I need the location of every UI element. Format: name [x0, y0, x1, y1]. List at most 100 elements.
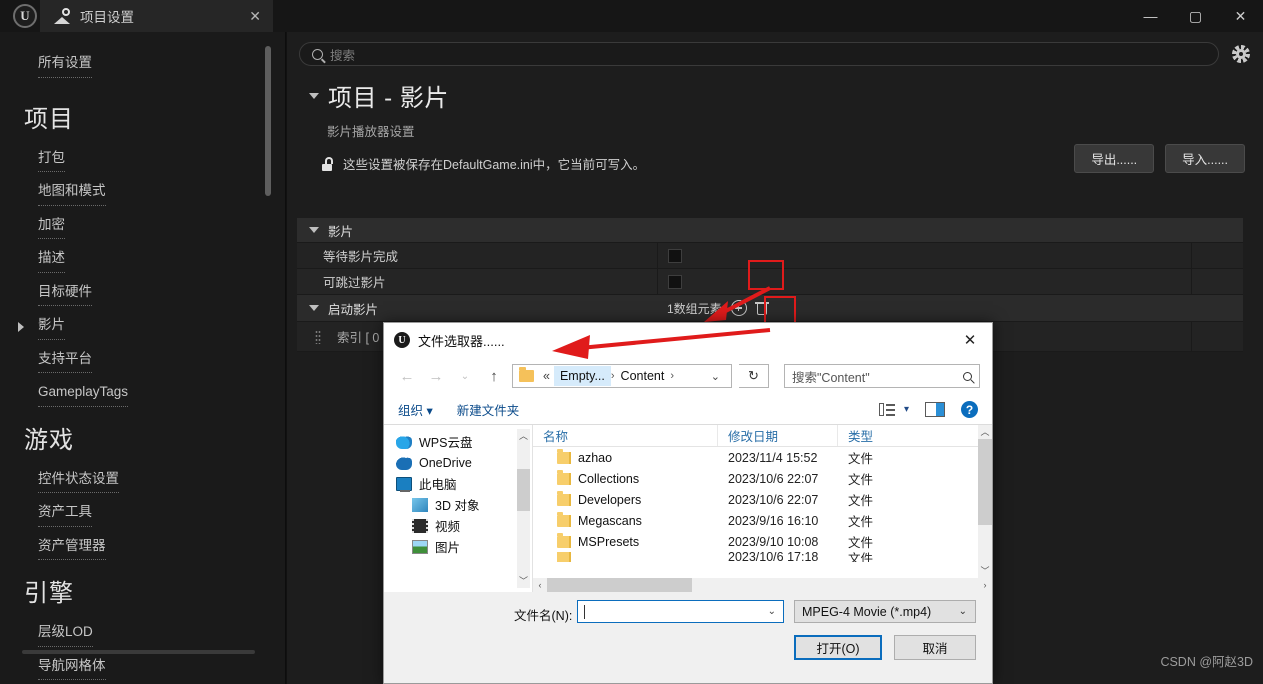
file-row[interactable]: Collections 2023/10/6 22:07 文件: [533, 468, 992, 489]
tree-item-videos[interactable]: 视频: [384, 515, 532, 536]
dialog-close-button[interactable]: ✕: [948, 323, 992, 357]
search-input[interactable]: 搜索: [299, 42, 1219, 66]
scroll-left-icon[interactable]: ‹: [533, 580, 547, 590]
sidebar-item-gameplaytags[interactable]: GameplayTags: [38, 378, 129, 407]
sidebar-item-navigation-mesh[interactable]: 导航网格体: [38, 652, 106, 681]
sidebar-scrollbar[interactable]: [265, 46, 271, 196]
sidebar-item-encryption[interactable]: 加密: [38, 211, 65, 240]
help-icon[interactable]: ?: [961, 401, 978, 418]
sidebar-item-hierarchical-lod[interactable]: 层级LOD: [38, 618, 93, 647]
chevron-down-icon[interactable]: [309, 305, 319, 311]
tree-item-3d-objects[interactable]: 3D 对象: [384, 494, 532, 515]
chevron-down-icon[interactable]: ▾: [904, 404, 909, 415]
group-row-movies[interactable]: 影片: [297, 218, 1243, 243]
property-tail: [1191, 243, 1243, 268]
history-dropdown-button[interactable]: ⌄: [454, 371, 476, 382]
file-row[interactable]: azhao 2023/11/4 15:52 文件: [533, 447, 992, 468]
checkbox-movies-are-skippable[interactable]: [668, 274, 682, 289]
breadcrumb-overflow[interactable]: «: [539, 369, 554, 383]
breadcrumb-segment-1[interactable]: Content: [615, 366, 671, 386]
export-button[interactable]: 导出......: [1074, 144, 1155, 173]
array-row-startup-movies[interactable]: 启动影片 1数组元素: [297, 295, 1243, 322]
cancel-button[interactable]: 取消: [894, 635, 976, 660]
scroll-down-icon[interactable]: ﹀: [517, 574, 530, 588]
chevron-down-icon[interactable]: [309, 227, 319, 233]
column-header-name[interactable]: 名称: [533, 425, 718, 446]
file-list-scrollbar-horizontal[interactable]: ‹ ›: [533, 578, 992, 592]
new-folder-button[interactable]: 新建文件夹: [457, 400, 520, 419]
sidebar-item-widget-state-settings[interactable]: 控件状态设置: [38, 465, 119, 494]
places-tree[interactable]: WPS云盘 OneDrive 此电脑 3D 对象 视频 图片 ︿ ﹀: [384, 425, 532, 592]
sidebar-heading-game: 游戏: [24, 426, 74, 454]
minimize-button[interactable]: —: [1128, 0, 1173, 32]
sidebar-item-movies[interactable]: 影片: [38, 311, 65, 340]
back-button[interactable]: ←: [396, 368, 418, 385]
chevron-down-icon[interactable]: ⌄: [951, 606, 975, 617]
expand-arrow-icon[interactable]: [18, 321, 38, 334]
search-placeholder: 搜索: [330, 48, 356, 63]
up-button[interactable]: ↑: [483, 368, 505, 385]
index-label: 索引 [ 0 ]: [337, 331, 387, 345]
file-picker-dialog: U 文件选取器...... ✕ ← → ⌄ ↑ « Empty... › Con…: [383, 322, 993, 684]
open-button[interactable]: 打开(O): [794, 635, 882, 660]
sidebar-item-target-hardware[interactable]: 目标硬件: [38, 278, 92, 307]
scroll-up-icon[interactable]: ︿: [978, 425, 992, 439]
tab-project-settings[interactable]: 项目设置 ✕: [40, 0, 273, 32]
delete-array-icon[interactable]: [754, 301, 769, 315]
file-row[interactable]: Megascans 2023/9/16 16:10 文件: [533, 510, 992, 531]
column-header-modified[interactable]: 修改日期: [718, 425, 838, 446]
scroll-right-icon[interactable]: ›: [978, 580, 992, 590]
filename-input[interactable]: ⌄: [577, 600, 784, 623]
sidebar-item-all-settings[interactable]: 所有设置: [38, 49, 92, 78]
property-value: [657, 243, 1191, 268]
table-row[interactable]: 等待影片完成: [297, 243, 1243, 269]
import-button[interactable]: 导入......: [1165, 144, 1245, 173]
organize-menu[interactable]: 组织 ▾: [398, 400, 433, 419]
sidebar-item-packaging[interactable]: 打包: [38, 144, 65, 173]
scroll-up-icon[interactable]: ︿: [517, 429, 530, 443]
tree-item-pictures[interactable]: 图片: [384, 536, 532, 557]
tree-item-this-pc[interactable]: 此电脑: [384, 473, 532, 494]
settings-sidebar[interactable]: 所有设置 项目 打包 地图和模式 加密 描述 目标硬件 影片 支持平台 Game…: [0, 32, 286, 684]
tree-scrollbar[interactable]: ︿ ﹀: [517, 429, 530, 588]
preview-pane-icon[interactable]: [925, 402, 945, 417]
tab-close-icon[interactable]: ✕: [249, 8, 261, 25]
sidebar-item-asset-tools[interactable]: 资产工具: [38, 498, 92, 527]
maximize-button[interactable]: ▢: [1173, 0, 1218, 32]
dialog-title-bar: U 文件选取器...... ✕: [384, 323, 992, 357]
file-row[interactable]: 2023/10/6 17:18 文件: [533, 552, 992, 562]
file-row[interactable]: Developers 2023/10/6 22:07 文件: [533, 489, 992, 510]
breadcrumb[interactable]: « Empty... › Content › ⌄: [512, 364, 732, 388]
tree-item-wps-cloud[interactable]: WPS云盘: [384, 431, 532, 452]
chevron-down-icon[interactable]: ⌄: [761, 606, 783, 617]
refresh-button[interactable]: ↻: [739, 364, 769, 388]
forward-button[interactable]: →: [425, 368, 447, 385]
search-icon: [963, 371, 972, 381]
column-header-type[interactable]: 类型: [838, 426, 992, 445]
section-title-row[interactable]: 项目 - 影片: [287, 74, 1263, 113]
videos-icon: [412, 518, 428, 533]
tree-item-onedrive[interactable]: OneDrive: [384, 452, 532, 473]
list-view-icon[interactable]: [878, 403, 896, 416]
breadcrumb-segment-0[interactable]: Empty...: [553, 366, 611, 386]
sidebar-item-asset-manager[interactable]: 资产管理器: [38, 532, 106, 561]
scroll-down-icon[interactable]: ﹀: [978, 564, 992, 578]
sidebar-item-maps-modes[interactable]: 地图和模式: [38, 177, 106, 206]
add-array-element-icon[interactable]: [730, 300, 747, 316]
breadcrumb-dropdown-icon[interactable]: ⌄: [700, 370, 731, 383]
file-list[interactable]: 名称 修改日期 类型 azhao 2023/11/4 15:52 文件 Collec…: [532, 425, 992, 592]
dialog-search-input[interactable]: 搜索"Content": [784, 364, 980, 388]
folder-icon: [557, 511, 571, 527]
sidebar-item-description[interactable]: 描述: [38, 244, 65, 273]
checkbox-wait-for-movie[interactable]: [668, 248, 682, 263]
file-row[interactable]: MSPresets 2023/9/10 10:08 文件: [533, 531, 992, 552]
file-list-scrollbar-vertical[interactable]: ︿ ﹀: [978, 425, 992, 578]
table-row[interactable]: 可跳过影片: [297, 269, 1243, 295]
filetype-select[interactable]: MPEG-4 Movie (*.mp4) ⌄: [794, 600, 976, 623]
sidebar-item-supported-platforms[interactable]: 支持平台: [38, 345, 92, 374]
chevron-down-icon[interactable]: [309, 92, 319, 99]
dialog-title: 文件选取器......: [418, 333, 505, 349]
settings-gear-icon[interactable]: [1231, 44, 1251, 64]
array-label: 启动影片: [328, 302, 379, 317]
close-button[interactable]: ✕: [1218, 0, 1263, 32]
